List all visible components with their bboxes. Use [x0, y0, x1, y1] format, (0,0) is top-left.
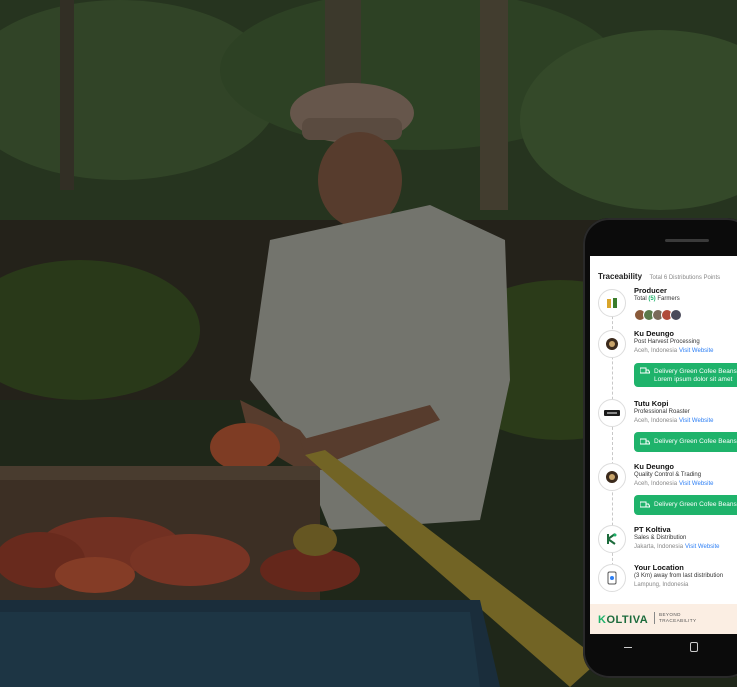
nav-home-icon[interactable] [690, 642, 698, 652]
truck-icon [639, 501, 650, 511]
step-role-pt-koltiva: Sales & Distribution [634, 535, 687, 541]
step-location-ku-deungo-1: Aceh, Indonesia Visit Website [634, 348, 714, 354]
delivery-chip-line2: Lorem ipsum dolor sit amet [654, 376, 733, 383]
step-title-your-location: Your Location [634, 563, 684, 572]
delivery-chip-line1: Delivery Green Cofee Beans [654, 501, 737, 508]
traceability-subtitle: Total 6 Distributions Points [649, 275, 721, 281]
traceability-title: Traceability [598, 272, 643, 281]
tagline-line2: TRACEABILITY [659, 618, 697, 623]
visit-website-link[interactable]: Visit Website [679, 481, 713, 487]
step-role-ku-deungo-1: Post Harvest Processing [634, 339, 700, 345]
roaster-icon [598, 399, 626, 427]
visit-website-link[interactable]: Visit Website [679, 418, 713, 424]
location-text: Aceh, Indonesia [634, 348, 678, 354]
koltiva-logo: KOLTIVA [598, 614, 648, 626]
step-title-ku-deungo-1: Ku Deungo [634, 329, 674, 338]
farmers-count: (5) [648, 296, 656, 302]
phone-navbar [590, 634, 737, 662]
step-role-your-location: (3 Km) away from last distribution [634, 573, 724, 579]
location-text: Aceh, Indonesia [634, 418, 678, 424]
location-text: Aceh, Indonesia [634, 481, 678, 487]
phone-screen: Traceability Total 6 Distributions Point… [590, 256, 737, 634]
delivery-chip-line1: Delivery Green Cofee Beans [654, 438, 737, 445]
farmer-avatars[interactable] [634, 308, 682, 326]
trader-icon [598, 463, 626, 491]
step-title-producer: Producer [634, 286, 667, 295]
processor-icon [598, 330, 626, 358]
logo-text: OLTIVA [606, 614, 649, 626]
phone-speaker [665, 239, 709, 242]
step-location-pt-koltiva: Jakarta, Indonesia Visit Website [634, 544, 720, 550]
footer-tagline: BEYOND TRACEABILITY [654, 612, 696, 624]
farmers-prefix: Total [634, 296, 649, 302]
avatar[interactable] [670, 309, 682, 321]
delivery-chip[interactable]: Delivery Green Cofee Beans [634, 432, 737, 452]
delivery-chip[interactable]: Delivery Green Cofee Beans [634, 495, 737, 515]
delivery-chip-line1: Delivery Green Cofee Beans [654, 368, 737, 375]
step-location-ku-deungo-2: Aceh, Indonesia Visit Website [634, 481, 714, 487]
step-title-ku-deungo-2: Ku Deungo [634, 462, 674, 471]
delivery-chip[interactable]: Delivery Green Cofee Beans Lorem ipsum d… [634, 363, 737, 387]
location-text: Jakarta, Indonesia [634, 544, 684, 550]
producer-farmers-count: Total (5) Farmers [634, 296, 680, 302]
nav-back-icon[interactable] [624, 647, 632, 648]
step-location-your-location: Lampung, Indonesia [634, 582, 689, 588]
farmers-suffix: Farmers [655, 296, 680, 302]
koltiva-footer: KOLTIVA BEYOND TRACEABILITY [590, 604, 737, 634]
phone-mockup: Traceability Total 6 Distributions Point… [583, 218, 737, 678]
visit-website-link[interactable]: Visit Website [679, 348, 713, 354]
step-role-ku-deungo-2: Quality Control & Trading [634, 472, 702, 478]
step-title-tutu-kopi: Tutu Kopi [634, 399, 669, 408]
step-location-tutu-kopi: Aceh, Indonesia Visit Website [634, 418, 714, 424]
producer-icon [598, 289, 626, 317]
traceability-header: Traceability Total 6 Distributions Point… [598, 266, 720, 284]
step-role-tutu-kopi: Professional Roaster [634, 409, 690, 415]
koltiva-icon [598, 525, 626, 553]
truck-icon [639, 367, 650, 377]
step-title-pt-koltiva: PT Koltiva [634, 525, 671, 534]
visit-website-link[interactable]: Visit Website [685, 544, 719, 550]
location-icon [598, 564, 626, 592]
truck-icon [639, 438, 650, 448]
